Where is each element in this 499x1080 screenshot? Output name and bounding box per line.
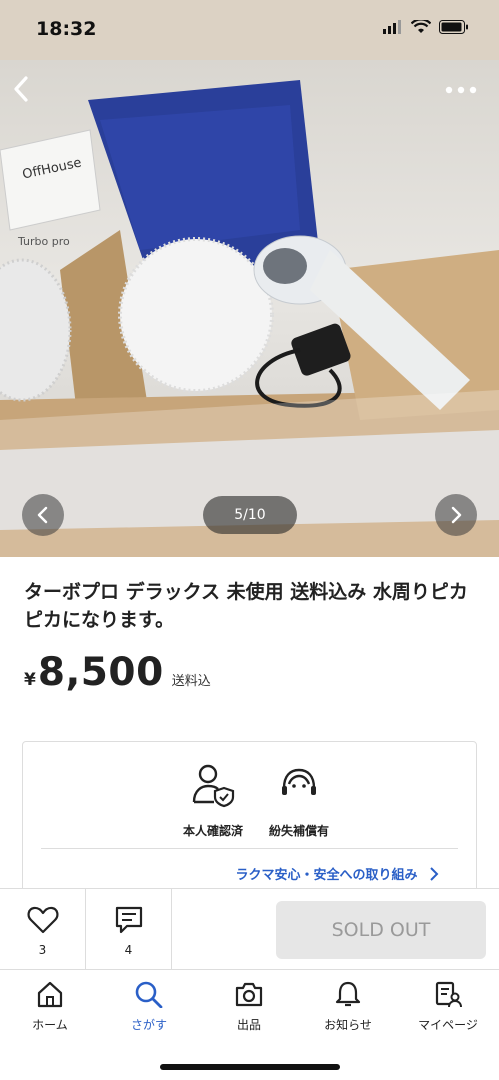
tab-sell-label: 出品 bbox=[236, 1018, 261, 1032]
divider bbox=[41, 848, 458, 849]
previous-image-button[interactable] bbox=[22, 494, 64, 536]
heart-icon bbox=[27, 906, 58, 934]
wifi-icon bbox=[411, 20, 431, 33]
comment-count: 4 bbox=[124, 943, 133, 957]
comment-button[interactable]: 4 bbox=[86, 889, 172, 971]
home-icon bbox=[37, 981, 63, 1008]
comment-icon bbox=[115, 906, 142, 934]
tab-home[interactable]: ホーム bbox=[5, 980, 95, 1033]
action-bar: 3 4 SOLD OUT bbox=[0, 888, 499, 971]
user-shield-icon bbox=[192, 764, 235, 808]
image-page-indicator: 5/10 bbox=[203, 496, 297, 534]
tab-sell[interactable]: 出品 bbox=[204, 980, 294, 1033]
chevron-right-icon bbox=[430, 867, 439, 881]
identity-verified-badge: 本人確認済 bbox=[163, 762, 263, 839]
price-row: ¥ 8,500 送料込 bbox=[24, 650, 211, 695]
tab-home-label: ホーム bbox=[32, 1018, 68, 1032]
currency-symbol: ¥ bbox=[24, 670, 36, 690]
chevron-left-icon bbox=[14, 76, 28, 102]
shipping-note: 送料込 bbox=[171, 674, 211, 689]
signal-icon bbox=[383, 20, 401, 34]
tab-notifications-label: お知らせ bbox=[324, 1018, 372, 1032]
product-photo: OffHouse Turbo pro bbox=[0, 80, 499, 557]
item-title: ターボプロ デラックス 未使用 送料込み 水周りピカピカになります。 bbox=[24, 581, 468, 631]
more-dots-icon bbox=[445, 86, 477, 94]
support-agent-icon bbox=[282, 768, 316, 795]
back-button[interactable] bbox=[8, 72, 34, 110]
safety-info-link[interactable]: ラクマ安心・安全への取り組み bbox=[235, 864, 440, 883]
tab-mypage[interactable]: マイページ bbox=[403, 980, 493, 1033]
tab-notifications[interactable]: お知らせ bbox=[303, 980, 393, 1033]
home-indicator bbox=[160, 1064, 340, 1070]
next-image-button[interactable] bbox=[435, 494, 477, 536]
identity-verified-label: 本人確認済 bbox=[182, 824, 243, 838]
like-count: 3 bbox=[38, 943, 47, 957]
safety-card: 本人確認済 紛失補償有 ラクマ安心・安全への取り組み bbox=[22, 741, 477, 911]
bell-icon bbox=[335, 981, 361, 1007]
loss-compensation-label: 紛失補償有 bbox=[268, 824, 329, 838]
sold-out-button[interactable]: SOLD OUT bbox=[276, 901, 486, 959]
svg-text:Turbo pro: Turbo pro bbox=[17, 235, 70, 248]
status-icons bbox=[383, 20, 469, 34]
bottom-tab-bar: ホーム さがす 出品 お知らせ マイページ bbox=[0, 970, 499, 1080]
chevron-left-icon bbox=[37, 506, 48, 524]
item-price: 8,500 bbox=[37, 650, 164, 695]
search-icon bbox=[135, 981, 163, 1009]
status-bar: 18:32 bbox=[0, 0, 499, 60]
chevron-right-icon bbox=[451, 506, 462, 524]
status-time: 18:32 bbox=[36, 18, 97, 40]
user-document-icon bbox=[435, 981, 462, 1008]
loss-compensation-badge: 紛失補償有 bbox=[249, 762, 349, 839]
tab-search[interactable]: さがす bbox=[104, 980, 194, 1033]
more-options-button[interactable] bbox=[445, 80, 477, 99]
image-gallery[interactable]: OffHouse Turbo pro 5/10 bbox=[0, 60, 499, 557]
tab-search-label: さがす bbox=[130, 1018, 167, 1032]
camera-icon bbox=[235, 982, 263, 1007]
tab-mypage-label: マイページ bbox=[418, 1018, 478, 1032]
battery-icon bbox=[439, 20, 468, 34]
safety-info-link-label: ラクマ安心・安全への取り組み bbox=[235, 868, 418, 883]
like-button[interactable]: 3 bbox=[0, 889, 86, 971]
